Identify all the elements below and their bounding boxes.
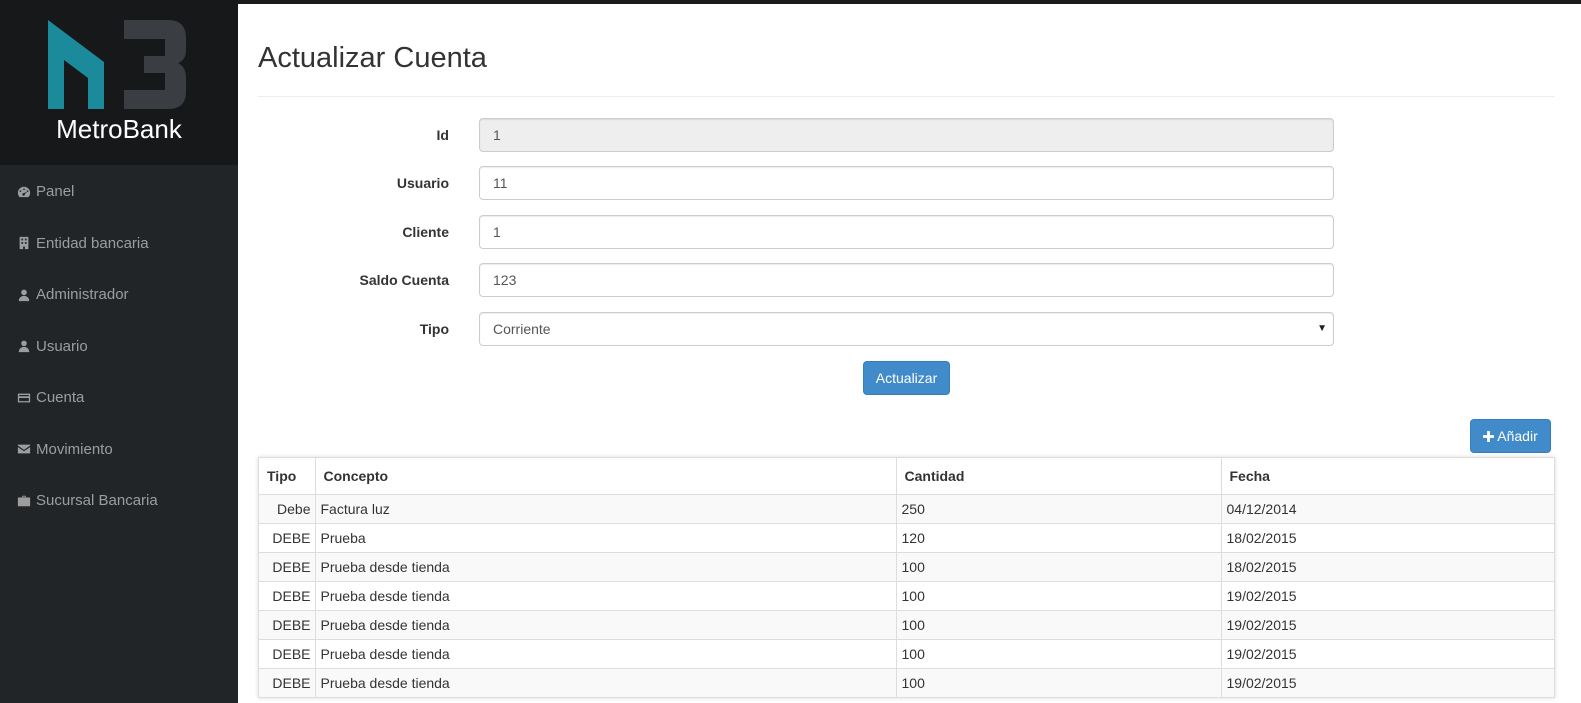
sidebar-item-label: Usuario <box>36 337 88 355</box>
cell-concepto: Prueba desde tienda <box>315 667 897 697</box>
add-button-label: Añadir <box>1497 428 1538 444</box>
sidebar-item-administrador[interactable]: Administrador <box>0 269 238 321</box>
cell-cantidad: 100 <box>896 551 1222 581</box>
table-row[interactable]: Debe Factura luz 250 04/12/2014 <box>259 493 1554 523</box>
user-icon <box>15 339 32 353</box>
cliente-field[interactable]: 1 <box>479 215 1334 249</box>
cell-concepto: Prueba <box>315 522 897 552</box>
sidebar-item-movimiento[interactable]: Movimiento <box>0 424 238 476</box>
plus-icon <box>1483 431 1495 442</box>
usuario-field[interactable]: 11 <box>479 166 1334 200</box>
usuario-label: Usuario <box>396 175 449 191</box>
cell-tipo: DEBE <box>259 638 316 668</box>
cell-tipo: DEBE <box>259 667 316 697</box>
cell-fecha: 18/02/2015 <box>1221 551 1554 581</box>
actualizar-button[interactable]: Actualizar <box>863 361 950 395</box>
id-label: Id <box>436 127 449 143</box>
building-icon <box>15 236 32 250</box>
sidebar-item-sucursal-bancaria[interactable]: Sucursal Bancaria <box>0 475 238 527</box>
cell-tipo: DEBE <box>259 522 316 552</box>
form-row-usuario: Usuario 11 <box>258 166 1555 200</box>
top-strip <box>238 0 1581 4</box>
tipo-select-value: Corriente <box>493 321 551 337</box>
form-row-tipo: Tipo Corriente ▼ <box>258 312 1555 346</box>
cell-cantidad: 100 <box>896 667 1222 697</box>
sidebar-item-label: Sucursal Bancaria <box>36 492 158 510</box>
cell-fecha: 19/02/2015 <box>1221 667 1554 697</box>
saldo-field[interactable]: 123 <box>479 263 1334 297</box>
cell-fecha: 19/02/2015 <box>1221 638 1554 668</box>
briefcase-icon <box>15 494 32 508</box>
cell-tipo: DEBE <box>259 580 316 610</box>
cell-fecha: 19/02/2015 <box>1221 609 1554 639</box>
column-header-cantidad[interactable]: Cantidad <box>896 458 1222 495</box>
form-row-id: Id 1 <box>258 118 1555 152</box>
form-row-saldo: Saldo Cuenta 123 <box>258 263 1555 297</box>
sidebar-item-entidad-bancaria[interactable]: Entidad bancaria <box>0 218 238 270</box>
cell-fecha: 18/02/2015 <box>1221 522 1554 552</box>
tipo-label: Tipo <box>419 321 449 337</box>
brand-name: MetroBank <box>56 114 182 144</box>
cell-cantidad: 100 <box>896 609 1222 639</box>
sidebar-nav: Panel Entidad bancaria Administrador Usu… <box>0 166 238 527</box>
cell-tipo: DEBE <box>259 551 316 581</box>
id-field: 1 <box>479 118 1334 152</box>
user-icon <box>15 288 32 302</box>
cell-concepto: Prueba desde tienda <box>315 609 897 639</box>
cell-cantidad: 100 <box>896 638 1222 668</box>
add-button[interactable]: Añadir <box>1470 419 1551 453</box>
cliente-label: Cliente <box>402 224 449 240</box>
table-row[interactable]: DEBE Prueba desde tienda 100 19/02/2015 <box>259 667 1554 697</box>
cell-cantidad: 120 <box>896 522 1222 552</box>
table-row[interactable]: DEBE Prueba desde tienda 100 19/02/2015 <box>259 580 1554 610</box>
page-title: Actualizar Cuenta <box>258 42 487 74</box>
table-header-row: Tipo Concepto Cantidad Fecha <box>259 458 1554 495</box>
cell-cantidad: 100 <box>896 580 1222 610</box>
sidebar-item-label: Movimiento <box>36 440 113 458</box>
cell-fecha: 19/02/2015 <box>1221 580 1554 610</box>
sidebar-item-cuenta[interactable]: Cuenta <box>0 372 238 424</box>
cell-fecha: 04/12/2014 <box>1221 493 1554 523</box>
sidebar-item-label: Cuenta <box>36 389 85 407</box>
cell-concepto: Factura luz <box>315 493 897 523</box>
sidebar: MetroBank Panel Entidad bancaria Adminis… <box>0 0 238 703</box>
dashboard-icon <box>15 185 32 199</box>
column-header-concepto[interactable]: Concepto <box>315 458 897 495</box>
cell-concepto: Prueba desde tienda <box>315 638 897 668</box>
brand[interactable]: MetroBank <box>0 0 238 165</box>
saldo-label: Saldo Cuenta <box>359 272 449 288</box>
column-header-tipo[interactable]: Tipo <box>259 458 316 495</box>
caret-down-icon: ▼ <box>1317 323 1327 334</box>
table-row[interactable]: DEBE Prueba desde tienda 100 19/02/2015 <box>259 609 1554 639</box>
cell-concepto: Prueba desde tienda <box>315 551 897 581</box>
cell-tipo: DEBE <box>259 609 316 639</box>
sidebar-item-panel[interactable]: Panel <box>0 166 238 218</box>
sidebar-item-label: Panel <box>36 183 75 201</box>
form-row-cliente: Cliente 1 <box>258 215 1555 249</box>
sidebar-item-label: Administrador <box>36 286 129 304</box>
credit-card-icon <box>15 391 32 405</box>
cell-tipo: Debe <box>259 493 316 523</box>
divider <box>258 96 1555 97</box>
sidebar-item-usuario[interactable]: Usuario <box>0 321 238 373</box>
cell-concepto: Prueba desde tienda <box>315 580 897 610</box>
envelope-icon <box>15 442 32 456</box>
column-header-fecha[interactable]: Fecha <box>1221 458 1554 495</box>
sidebar-item-label: Entidad bancaria <box>36 234 149 252</box>
movements-table: Tipo Concepto Cantidad Fecha Debe Factur… <box>258 457 1555 698</box>
metrobank-logo <box>48 20 186 109</box>
tipo-select[interactable]: Corriente ▼ <box>479 312 1334 346</box>
table-row[interactable]: DEBE Prueba 120 18/02/2015 <box>259 522 1554 552</box>
table-row[interactable]: DEBE Prueba desde tienda 100 19/02/2015 <box>259 638 1554 668</box>
cell-cantidad: 250 <box>896 493 1222 523</box>
table-row[interactable]: DEBE Prueba desde tienda 100 18/02/2015 <box>259 551 1554 581</box>
